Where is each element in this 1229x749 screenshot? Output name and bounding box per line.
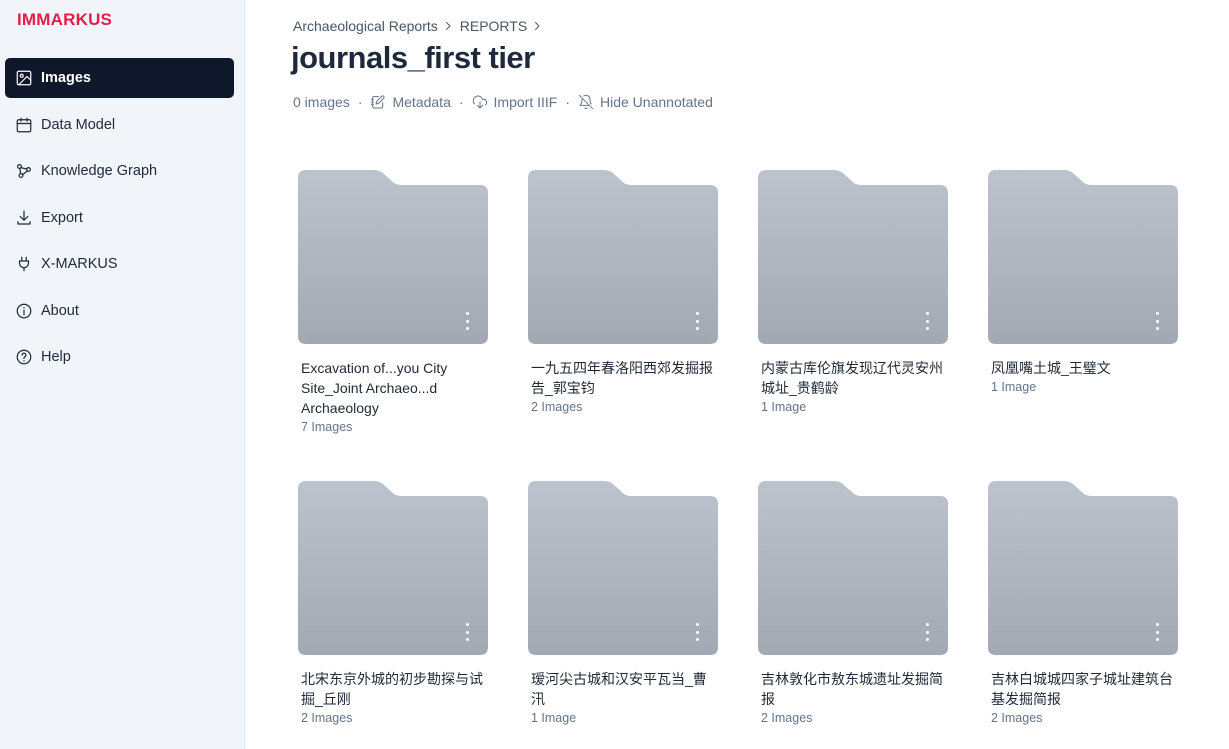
breadcrumb: Archaeological Reports REPORTS <box>293 18 549 34</box>
hide-unannotated-toggle[interactable]: Hide Unannotated <box>578 94 713 110</box>
metadata-label: Metadata <box>392 94 451 110</box>
folder-card[interactable]: 北宋东京外城的初步勘探与试掘_丘刚 2 Images <box>298 479 488 725</box>
folder-title: 一九五四年春洛阳西郊发掘报告_郭宝钧 <box>531 360 713 396</box>
more-options-icon[interactable] <box>460 623 474 641</box>
help-icon <box>15 348 33 366</box>
more-options-icon[interactable] <box>690 312 704 330</box>
main-content: Archaeological Reports REPORTS journals_… <box>245 0 1229 749</box>
separator: · <box>458 94 464 110</box>
folder-image-count: 2 Images <box>301 711 353 725</box>
more-options-icon[interactable] <box>690 623 704 641</box>
sidebar-item-images[interactable]: Images <box>5 58 234 98</box>
sidebar-item-knowledge-graph[interactable]: Knowledge Graph <box>5 151 234 191</box>
breadcrumb-link-archaeological-reports[interactable]: Archaeological Reports <box>293 18 438 34</box>
sidebar-item-data-model[interactable]: Data Model <box>5 105 234 145</box>
folder-card[interactable]: 一九五四年春洛阳西郊发掘报告_郭宝钧 2 Images <box>528 168 718 414</box>
sidebar: IMMARKUS Images Data Model Knowledge Gra… <box>0 0 245 749</box>
sidebar-nav: Images Data Model Knowledge Graph Export… <box>5 58 234 384</box>
plug-icon <box>15 255 33 273</box>
sidebar-item-label: Export <box>41 209 83 226</box>
folder-image-count: 2 Images <box>991 711 1043 725</box>
sidebar-item-label: Knowledge Graph <box>41 163 158 179</box>
sidebar-item-about[interactable]: About <box>5 291 234 331</box>
cloud-download-icon <box>472 95 487 109</box>
more-options-icon[interactable] <box>920 312 934 330</box>
folder-title: 北宋东京外城的初步勘探与试掘_丘刚 <box>301 671 483 707</box>
bell-off-icon <box>578 94 594 110</box>
sidebar-item-label: X-MARKUS <box>41 256 118 272</box>
more-options-icon[interactable] <box>920 623 934 641</box>
sidebar-item-label: About <box>41 302 79 319</box>
folder-card[interactable]: Excavation of...you City Site_Joint Arch… <box>298 168 488 434</box>
folder-image-count: 1 Image <box>991 380 1037 394</box>
folder-icon[interactable] <box>528 479 718 657</box>
sidebar-item-label: Images <box>41 70 91 86</box>
sidebar-item-x-markus[interactable]: X-MARKUS <box>5 244 234 284</box>
folder-icon[interactable] <box>298 479 488 657</box>
app-logo[interactable]: IMMARKUS <box>17 10 112 30</box>
image-count: 0 images <box>293 94 350 110</box>
folder-image-count: 2 Images <box>761 711 813 725</box>
graph-icon <box>15 162 33 180</box>
folder-icon[interactable] <box>528 168 718 346</box>
folder-title: 凤凰嘴土城_王璧文 <box>991 360 1111 376</box>
more-options-icon[interactable] <box>460 312 474 330</box>
folder-card[interactable]: 凤凰嘴土城_王璧文 1 Image <box>988 168 1178 394</box>
separator: · <box>357 94 363 110</box>
folder-title: 内蒙古库伦旗发现辽代灵安州城址_贵鹤龄 <box>761 360 943 396</box>
page-title: journals_first tier <box>291 40 535 75</box>
metadata-button[interactable]: Metadata <box>370 94 451 110</box>
folder-icon[interactable] <box>988 479 1178 657</box>
folder-icon[interactable] <box>298 168 488 346</box>
calendar-icon <box>15 116 33 134</box>
folder-title: 吉林敦化市敖东城遗址发掘简报 <box>761 671 943 707</box>
import-iiif-label: Import IIIF <box>493 94 558 110</box>
folder-card[interactable]: 吉林白城城四家子城址建筑台基发掘简报 2 Images <box>988 479 1178 725</box>
folder-card[interactable]: 瑷河尖古城和汉安平瓦当_曹汛 1 Image <box>528 479 718 725</box>
folder-title: 吉林白城城四家子城址建筑台基发掘简报 <box>991 671 1173 707</box>
folder-icon[interactable] <box>758 479 948 657</box>
chevron-right-icon <box>531 19 545 33</box>
more-options-icon[interactable] <box>1150 623 1164 641</box>
folder-icon[interactable] <box>988 168 1178 346</box>
folder-card[interactable]: 内蒙古库伦旗发现辽代灵安州城址_贵鹤龄 1 Image <box>758 168 948 414</box>
folder-image-count: 1 Image <box>531 711 577 725</box>
import-iiif-button[interactable]: Import IIIF <box>472 94 558 110</box>
folder-image-count: 7 Images <box>301 420 353 434</box>
folder-image-count: 2 Images <box>531 400 583 414</box>
sidebar-item-help[interactable]: Help <box>5 337 234 377</box>
download-icon <box>15 209 33 227</box>
hide-unannotated-label: Hide Unannotated <box>600 94 713 110</box>
sidebar-item-export[interactable]: Export <box>5 198 234 238</box>
chevron-right-icon <box>442 19 456 33</box>
separator: · <box>565 94 570 110</box>
info-icon <box>15 302 33 320</box>
image-icon <box>15 69 33 87</box>
more-options-icon[interactable] <box>1150 312 1164 330</box>
sidebar-item-label: Data Model <box>41 116 116 133</box>
sidebar-item-label: Help <box>41 349 71 365</box>
folder-image-count: 1 Image <box>761 400 807 414</box>
folder-meta-row: 0 images · Metadata · Import IIIF · Hide… <box>293 94 713 110</box>
breadcrumb-link-reports[interactable]: REPORTS <box>460 18 527 34</box>
folder-title: 瑷河尖古城和汉安平瓦当_曹汛 <box>531 671 707 707</box>
folder-card[interactable]: 吉林敦化市敖东城遗址发掘简报 2 Images <box>758 479 948 725</box>
folder-title: Excavation of...you City Site_Joint Arch… <box>301 360 448 416</box>
notebook-pen-icon <box>371 95 386 109</box>
folder-icon[interactable] <box>758 168 948 346</box>
